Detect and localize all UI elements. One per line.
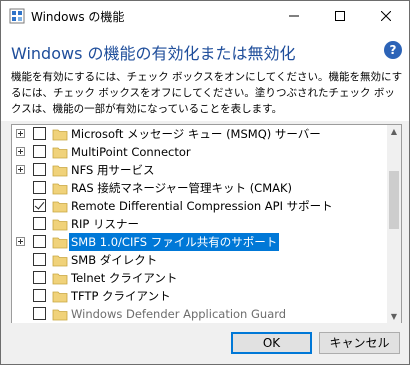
folder-icon (52, 183, 68, 195)
folder-icon (52, 165, 68, 177)
minimize-button[interactable] (271, 1, 317, 31)
scroll-up-arrow-icon[interactable]: ▲ (387, 125, 401, 139)
folder-icon (52, 291, 68, 303)
ok-button[interactable]: OK (231, 332, 312, 354)
dialog-header: Windows の機能の有効化または無効化 ? 機能を有効にするには、チェック … (1, 31, 409, 121)
feature-checkbox[interactable] (33, 307, 46, 320)
feature-checkbox[interactable] (33, 271, 46, 284)
dialog-footer: OK キャンセル (1, 323, 409, 364)
instructions-text: 機能を有効にするには、チェック ボックスをオンにしてください。機能を無効にするに… (11, 71, 403, 115)
feature-checkbox[interactable] (33, 253, 46, 266)
title-bar[interactable]: Windows の機能 (1, 1, 409, 31)
feature-row[interactable]: Telnet クライアント (12, 269, 387, 287)
feature-row[interactable]: TFTP クライアント (12, 287, 387, 305)
folder-icon (52, 309, 68, 321)
expand-plus-icon[interactable] (16, 165, 25, 174)
feature-label: RIP リスナー (71, 217, 139, 231)
page-title: Windows の機能の有効化または無効化 (11, 44, 296, 63)
folder-icon (52, 147, 68, 159)
folder-icon (52, 219, 68, 231)
feature-row[interactable]: Windows Defender Application Guard (12, 305, 387, 323)
close-icon (381, 11, 391, 21)
feature-label: NFS 用サービス (71, 163, 155, 177)
feature-row[interactable]: SMB ダイレクト (12, 251, 387, 269)
feature-label: SMB ダイレクト (71, 253, 158, 267)
feature-row[interactable]: SMB 1.0/CIFS ファイル共有のサポート (12, 233, 387, 251)
vertical-scrollbar[interactable]: ▲ ▼ (387, 125, 401, 324)
folder-icon (52, 273, 68, 285)
expand-plus-icon[interactable] (16, 129, 25, 138)
close-button[interactable] (363, 1, 409, 31)
feature-checkbox[interactable] (33, 163, 46, 176)
maximize-icon (335, 11, 345, 21)
cancel-button[interactable]: キャンセル (319, 332, 400, 354)
feature-checkbox-checked[interactable] (33, 199, 46, 212)
feature-label: SMB 1.0/CIFS ファイル共有のサポート (69, 233, 280, 251)
feature-row[interactable]: MultiPoint Connector (12, 143, 387, 161)
features-tree[interactable]: Microsoft メッセージ キュー (MSMQ) サーバー MultiPoin… (11, 124, 402, 325)
feature-label: Microsoft メッセージ キュー (MSMQ) サーバー (71, 127, 321, 141)
feature-checkbox[interactable] (33, 181, 46, 194)
feature-checkbox[interactable] (33, 289, 46, 302)
feature-checkbox[interactable] (33, 235, 46, 248)
help-icon[interactable]: ? (384, 41, 402, 59)
feature-label: Windows Defender Application Guard (71, 307, 287, 321)
folder-icon (52, 129, 68, 141)
feature-row[interactable]: Remote Differential Compression API サポート (12, 197, 387, 215)
scroll-down-arrow-icon[interactable]: ▼ (387, 310, 401, 324)
feature-checkbox[interactable] (33, 217, 46, 230)
feature-row[interactable]: NFS 用サービス (12, 161, 387, 179)
feature-row[interactable]: Microsoft メッセージ キュー (MSMQ) サーバー (12, 125, 387, 143)
windows-features-dialog: Windows の機能 Windows の機能の有効化または無効化 ? 機能を有… (0, 0, 410, 365)
expand-plus-icon[interactable] (16, 147, 25, 156)
feature-row[interactable]: RIP リスナー (12, 215, 387, 233)
windows-features-app-icon (9, 8, 25, 24)
feature-row[interactable]: RAS 接続マネージャー管理キット (CMAK) (12, 179, 387, 197)
folder-icon (52, 201, 68, 213)
window-title: Windows の機能 (31, 10, 125, 24)
folder-icon (52, 237, 68, 249)
expand-plus-icon[interactable] (16, 237, 25, 246)
features-list: Microsoft メッセージ キュー (MSMQ) サーバー MultiPoin… (12, 125, 387, 323)
scrollbar-thumb[interactable] (389, 171, 399, 229)
feature-label: MultiPoint Connector (71, 145, 191, 159)
feature-checkbox[interactable] (33, 145, 46, 158)
feature-label: TFTP クライアント (71, 289, 171, 303)
minimize-icon (289, 15, 299, 17)
folder-icon (52, 255, 68, 267)
feature-label: RAS 接続マネージャー管理キット (CMAK) (71, 181, 293, 195)
feature-checkbox[interactable] (33, 127, 46, 140)
maximize-button[interactable] (317, 1, 363, 31)
feature-label: Telnet クライアント (71, 271, 178, 285)
feature-label: Remote Differential Compression API サポート (71, 199, 333, 213)
